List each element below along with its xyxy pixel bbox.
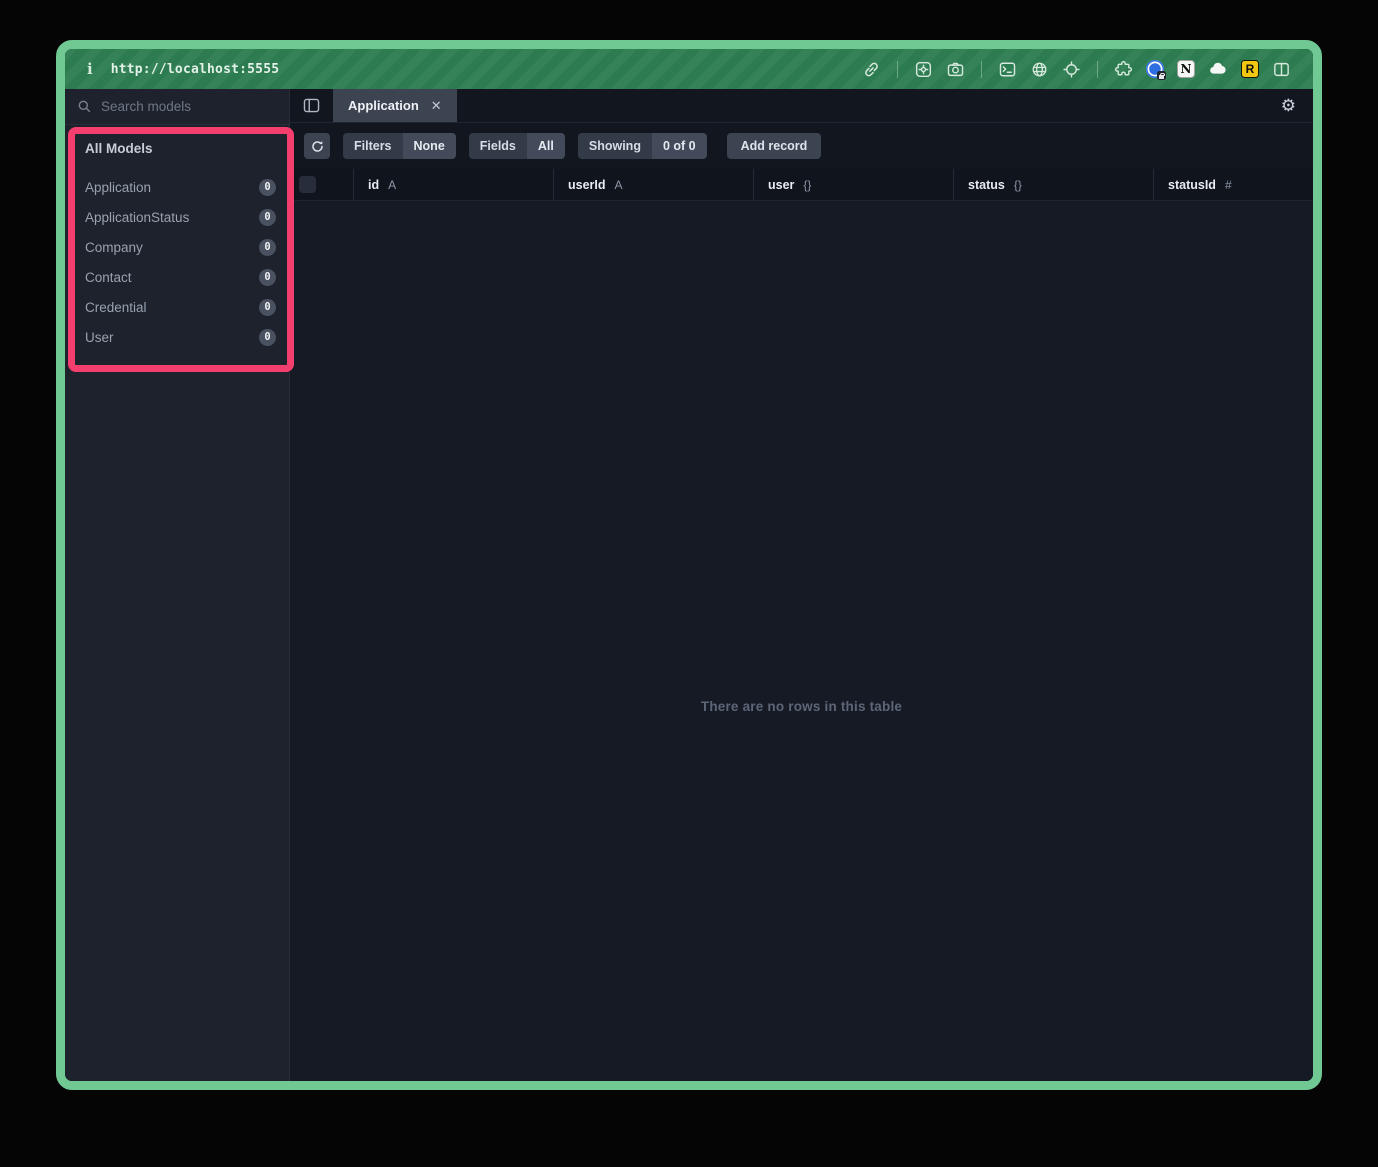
empty-table-message: There are no rows in this table <box>290 699 1313 714</box>
fields-label: Fields <box>469 133 527 159</box>
column-name: id <box>368 178 379 192</box>
record-count-badge: 0 <box>259 209 276 226</box>
all-models-heading: All Models <box>85 141 277 156</box>
camera-icon[interactable] <box>946 60 965 79</box>
select-all-checkbox[interactable] <box>299 176 316 193</box>
column-header-id[interactable]: id A <box>353 169 553 200</box>
record-count-badge: 0 <box>259 329 276 346</box>
browser-toolbar-icons: N R <box>862 59 1291 79</box>
close-icon[interactable]: ✕ <box>431 99 442 112</box>
tab-label: Application <box>348 98 419 113</box>
terminal-icon[interactable] <box>998 60 1017 79</box>
model-name: Credential <box>85 300 147 315</box>
model-name: Company <box>85 240 143 255</box>
column-name: userId <box>568 178 606 192</box>
search-icon <box>77 99 92 114</box>
record-count-badge: 0 <box>259 269 276 286</box>
lock-icon <box>1157 71 1166 80</box>
puzzle-icon[interactable] <box>1114 60 1133 79</box>
filters-button[interactable]: Filters None <box>343 133 456 159</box>
search-models-input[interactable] <box>101 99 271 114</box>
checkbox-column-header <box>290 169 353 200</box>
add-record-button[interactable]: Add record <box>727 133 822 159</box>
model-name: ApplicationStatus <box>85 210 189 225</box>
model-name: Application <box>85 180 151 195</box>
table-header-row: id A userId A user {} status {} statusId <box>290 169 1313 201</box>
table-body: There are no rows in this table <box>290 201 1313 1081</box>
toolbar-divider <box>1097 61 1098 78</box>
column-header-status[interactable]: status {} <box>953 169 1153 200</box>
column-type-icon: {} <box>1014 178 1022 192</box>
link-icon[interactable] <box>862 60 881 79</box>
column-type-icon: # <box>1225 178 1232 192</box>
record-count-badge: 0 <box>259 179 276 196</box>
sidebar-item-applicationstatus[interactable]: ApplicationStatus 0 <box>85 202 277 232</box>
sidebar-item-contact[interactable]: Contact 0 <box>85 262 277 292</box>
column-header-user[interactable]: user {} <box>753 169 953 200</box>
showing-value: 0 of 0 <box>652 133 707 159</box>
model-name: User <box>85 330 114 345</box>
column-header-statusid[interactable]: statusId # <box>1153 169 1313 200</box>
onepassword-icon[interactable] <box>1146 60 1164 78</box>
sidebar-item-company[interactable]: Company 0 <box>85 232 277 262</box>
tab-application[interactable]: Application ✕ <box>333 89 457 122</box>
split-view-icon[interactable] <box>1272 60 1291 79</box>
globe-icon[interactable] <box>1030 60 1049 79</box>
filters-value: None <box>403 133 456 159</box>
crosshair-icon[interactable] <box>1062 60 1081 79</box>
url-bar[interactable]: http://localhost:5555 <box>111 62 280 77</box>
browser-titlebar: i http://localhost:5555 <box>65 49 1313 89</box>
refresh-icon <box>310 139 325 154</box>
column-name: statusId <box>1168 178 1216 192</box>
settings-gear-icon[interactable]: ⚙ <box>1281 89 1313 122</box>
record-count-badge: 0 <box>259 239 276 256</box>
column-header-userid[interactable]: userId A <box>553 169 753 200</box>
model-name: Contact <box>85 270 132 285</box>
sidebar-item-credential[interactable]: Credential 0 <box>85 292 277 322</box>
filters-label: Filters <box>343 133 403 159</box>
tab-bar: Application ✕ ⚙ <box>290 89 1313 123</box>
sidebar-toggle-icon[interactable] <box>290 89 333 122</box>
r-extension-icon[interactable]: R <box>1241 60 1259 78</box>
browser-window: i http://localhost:5555 <box>56 40 1322 1090</box>
sidebar-item-application[interactable]: Application 0 <box>85 172 277 202</box>
models-sidebar: All Models Application 0 ApplicationStat… <box>65 89 290 1081</box>
showing-button[interactable]: Showing 0 of 0 <box>578 133 707 159</box>
main-panel: Application ✕ ⚙ Filters None <box>290 89 1313 1081</box>
column-type-icon: A <box>615 178 623 192</box>
toolbar-divider <box>897 61 898 78</box>
column-name: user <box>768 178 794 192</box>
sidebar-item-user[interactable]: User 0 <box>85 322 277 352</box>
model-search <box>65 89 289 125</box>
models-panel: All Models Application 0 ApplicationStat… <box>65 125 289 352</box>
column-type-icon: {} <box>803 178 811 192</box>
record-count-badge: 0 <box>259 299 276 316</box>
cloud-icon[interactable] <box>1208 59 1228 79</box>
fields-value: All <box>527 133 565 159</box>
toolbar-divider <box>981 61 982 78</box>
refresh-button[interactable] <box>304 133 330 159</box>
notion-icon[interactable]: N <box>1177 60 1195 78</box>
column-type-icon: A <box>388 178 396 192</box>
photo-icon[interactable] <box>914 60 933 79</box>
column-name: status <box>968 178 1005 192</box>
favicon-info-glyph: i <box>87 60 93 78</box>
app-content: All Models Application 0 ApplicationStat… <box>65 89 1313 1081</box>
table-toolbar: Filters None Fields All Showing 0 of 0 A… <box>290 123 1313 169</box>
showing-label: Showing <box>578 133 652 159</box>
fields-button[interactable]: Fields All <box>469 133 565 159</box>
